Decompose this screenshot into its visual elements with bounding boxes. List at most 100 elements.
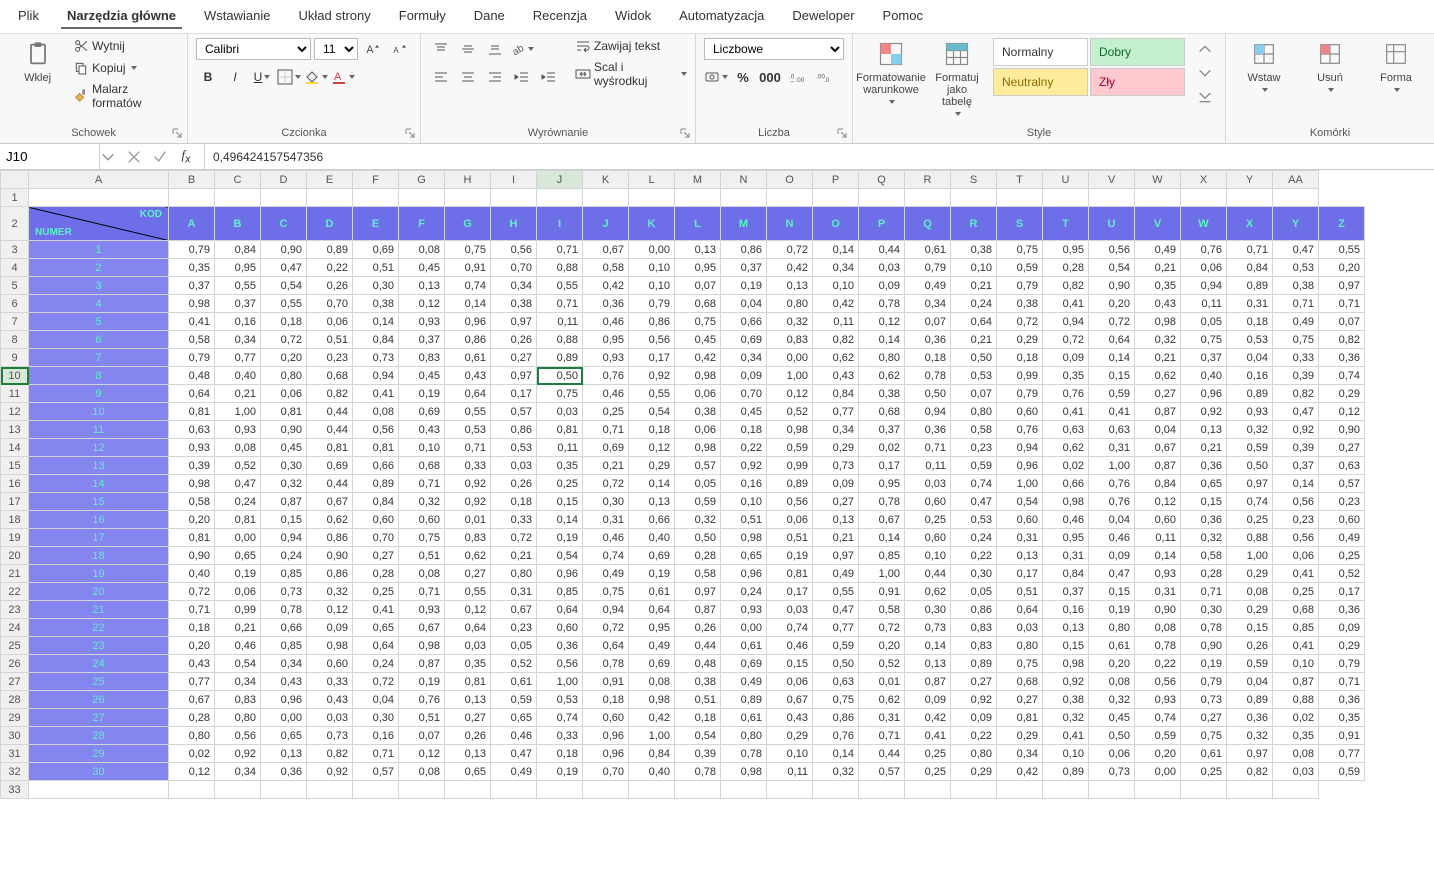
cell-C13[interactable]: 0,93: [215, 421, 261, 439]
cell-Q8[interactable]: 0,14: [859, 331, 905, 349]
cell-B28[interactable]: 0,67: [169, 691, 215, 709]
cell-F4[interactable]: 0,51: [353, 259, 399, 277]
cell-M11[interactable]: 0,06: [675, 385, 721, 403]
cell-I6[interactable]: 0,38: [491, 295, 537, 313]
cell-T26[interactable]: 0,75: [997, 655, 1043, 673]
cell-undefined5[interactable]: 0,97: [1319, 277, 1365, 295]
align-top-button[interactable]: [429, 38, 453, 60]
code-header-F[interactable]: F: [399, 207, 445, 241]
merge-center-button[interactable]: Scal i wyśrodkuj: [575, 60, 687, 88]
cell-O27[interactable]: 0,06: [767, 673, 813, 691]
cell-R30[interactable]: 0,41: [905, 727, 951, 745]
numer-cell-3[interactable]: 3: [29, 277, 169, 295]
font-dialog-launcher[interactable]: [404, 127, 416, 139]
cell-O12[interactable]: 0,52: [767, 403, 813, 421]
cell-I9[interactable]: 0,27: [491, 349, 537, 367]
cell-G15[interactable]: 0,68: [399, 457, 445, 475]
col-header-F[interactable]: F: [353, 171, 399, 189]
cell[interactable]: [859, 189, 905, 207]
cell[interactable]: [169, 189, 215, 207]
cell-U7[interactable]: 0,94: [1043, 313, 1089, 331]
cell-M25[interactable]: 0,44: [675, 637, 721, 655]
cell-D10[interactable]: 0,80: [261, 367, 307, 385]
row-header-21[interactable]: 21: [1, 565, 29, 583]
cell-X29[interactable]: 0,27: [1181, 709, 1227, 727]
cell-M18[interactable]: 0,32: [675, 511, 721, 529]
cell[interactable]: [905, 189, 951, 207]
code-header-D[interactable]: D: [307, 207, 353, 241]
cell-T9[interactable]: 0,18: [997, 349, 1043, 367]
col-header-V[interactable]: V: [1089, 171, 1135, 189]
cell-D5[interactable]: 0,54: [261, 277, 307, 295]
cell-D28[interactable]: 0,96: [261, 691, 307, 709]
cell-E5[interactable]: 0,26: [307, 277, 353, 295]
cell-J8[interactable]: 0,88: [537, 331, 583, 349]
cell-R15[interactable]: 0,11: [905, 457, 951, 475]
cell-undefined23[interactable]: 0,36: [1319, 601, 1365, 619]
cell-E31[interactable]: 0,82: [307, 745, 353, 763]
cell-K13[interactable]: 0,71: [583, 421, 629, 439]
cell-C9[interactable]: 0,77: [215, 349, 261, 367]
cell-V29[interactable]: 0,45: [1089, 709, 1135, 727]
cell-undefined11[interactable]: 0,29: [1319, 385, 1365, 403]
cell-I28[interactable]: 0,59: [491, 691, 537, 709]
percent-button[interactable]: %: [731, 66, 755, 88]
cell-J5[interactable]: 0,55: [537, 277, 583, 295]
cell-U20[interactable]: 0,31: [1043, 547, 1089, 565]
cell-F25[interactable]: 0,64: [353, 637, 399, 655]
cell-N23[interactable]: 0,93: [721, 601, 767, 619]
cell-R16[interactable]: 0,03: [905, 475, 951, 493]
numer-cell-10[interactable]: 10: [29, 403, 169, 421]
cell[interactable]: [675, 189, 721, 207]
cell-W7[interactable]: 0,98: [1135, 313, 1181, 331]
cell-G6[interactable]: 0,12: [399, 295, 445, 313]
cell-H20[interactable]: 0,62: [445, 547, 491, 565]
cell-E28[interactable]: 0,43: [307, 691, 353, 709]
cell-J30[interactable]: 0,33: [537, 727, 583, 745]
cell-O18[interactable]: 0,06: [767, 511, 813, 529]
paste-button[interactable]: Wklej: [8, 38, 67, 86]
menu-układ-strony[interactable]: Układ strony: [293, 4, 377, 29]
cell-V21[interactable]: 0,47: [1089, 565, 1135, 583]
align-right-button[interactable]: [483, 66, 507, 88]
cell-L17[interactable]: 0,13: [629, 493, 675, 511]
cell-AA32[interactable]: 0,03: [1273, 763, 1319, 781]
cell-F22[interactable]: 0,25: [353, 583, 399, 601]
cell-S31[interactable]: 0,80: [951, 745, 997, 763]
cell-C8[interactable]: 0,34: [215, 331, 261, 349]
cell-M6[interactable]: 0,68: [675, 295, 721, 313]
cell-O5[interactable]: 0,13: [767, 277, 813, 295]
cell-S19[interactable]: 0,24: [951, 529, 997, 547]
cell-J3[interactable]: 0,71: [537, 241, 583, 259]
cell-J6[interactable]: 0,71: [537, 295, 583, 313]
cell-I31[interactable]: 0,47: [491, 745, 537, 763]
col-header-J[interactable]: J: [537, 171, 583, 189]
cell-H8[interactable]: 0,86: [445, 331, 491, 349]
code-header-G[interactable]: G: [445, 207, 491, 241]
cell-W20[interactable]: 0,14: [1135, 547, 1181, 565]
alignment-dialog-launcher[interactable]: [679, 127, 691, 139]
cell-F27[interactable]: 0,72: [353, 673, 399, 691]
cell-Y31[interactable]: 0,97: [1227, 745, 1273, 763]
col-header-M[interactable]: M: [675, 171, 721, 189]
menu-automatyzacja[interactable]: Automatyzacja: [673, 4, 770, 29]
cell-P21[interactable]: 0,49: [813, 565, 859, 583]
cell-W24[interactable]: 0,08: [1135, 619, 1181, 637]
cell-P16[interactable]: 0,09: [813, 475, 859, 493]
col-header-S[interactable]: S: [951, 171, 997, 189]
cell-X30[interactable]: 0,75: [1181, 727, 1227, 745]
cell-R8[interactable]: 0,36: [905, 331, 951, 349]
cell-E8[interactable]: 0,51: [307, 331, 353, 349]
cell-S27[interactable]: 0,27: [951, 673, 997, 691]
cell-J14[interactable]: 0,11: [537, 439, 583, 457]
cell-F13[interactable]: 0,56: [353, 421, 399, 439]
cell[interactable]: [399, 189, 445, 207]
cell-O8[interactable]: 0,83: [767, 331, 813, 349]
cell-undefined30[interactable]: 0,91: [1319, 727, 1365, 745]
cell-P32[interactable]: 0,32: [813, 763, 859, 781]
cell-B15[interactable]: 0,39: [169, 457, 215, 475]
cell-V8[interactable]: 0,64: [1089, 331, 1135, 349]
cell-U11[interactable]: 0,76: [1043, 385, 1089, 403]
number-dialog-launcher[interactable]: [836, 127, 848, 139]
cell-B16[interactable]: 0,98: [169, 475, 215, 493]
